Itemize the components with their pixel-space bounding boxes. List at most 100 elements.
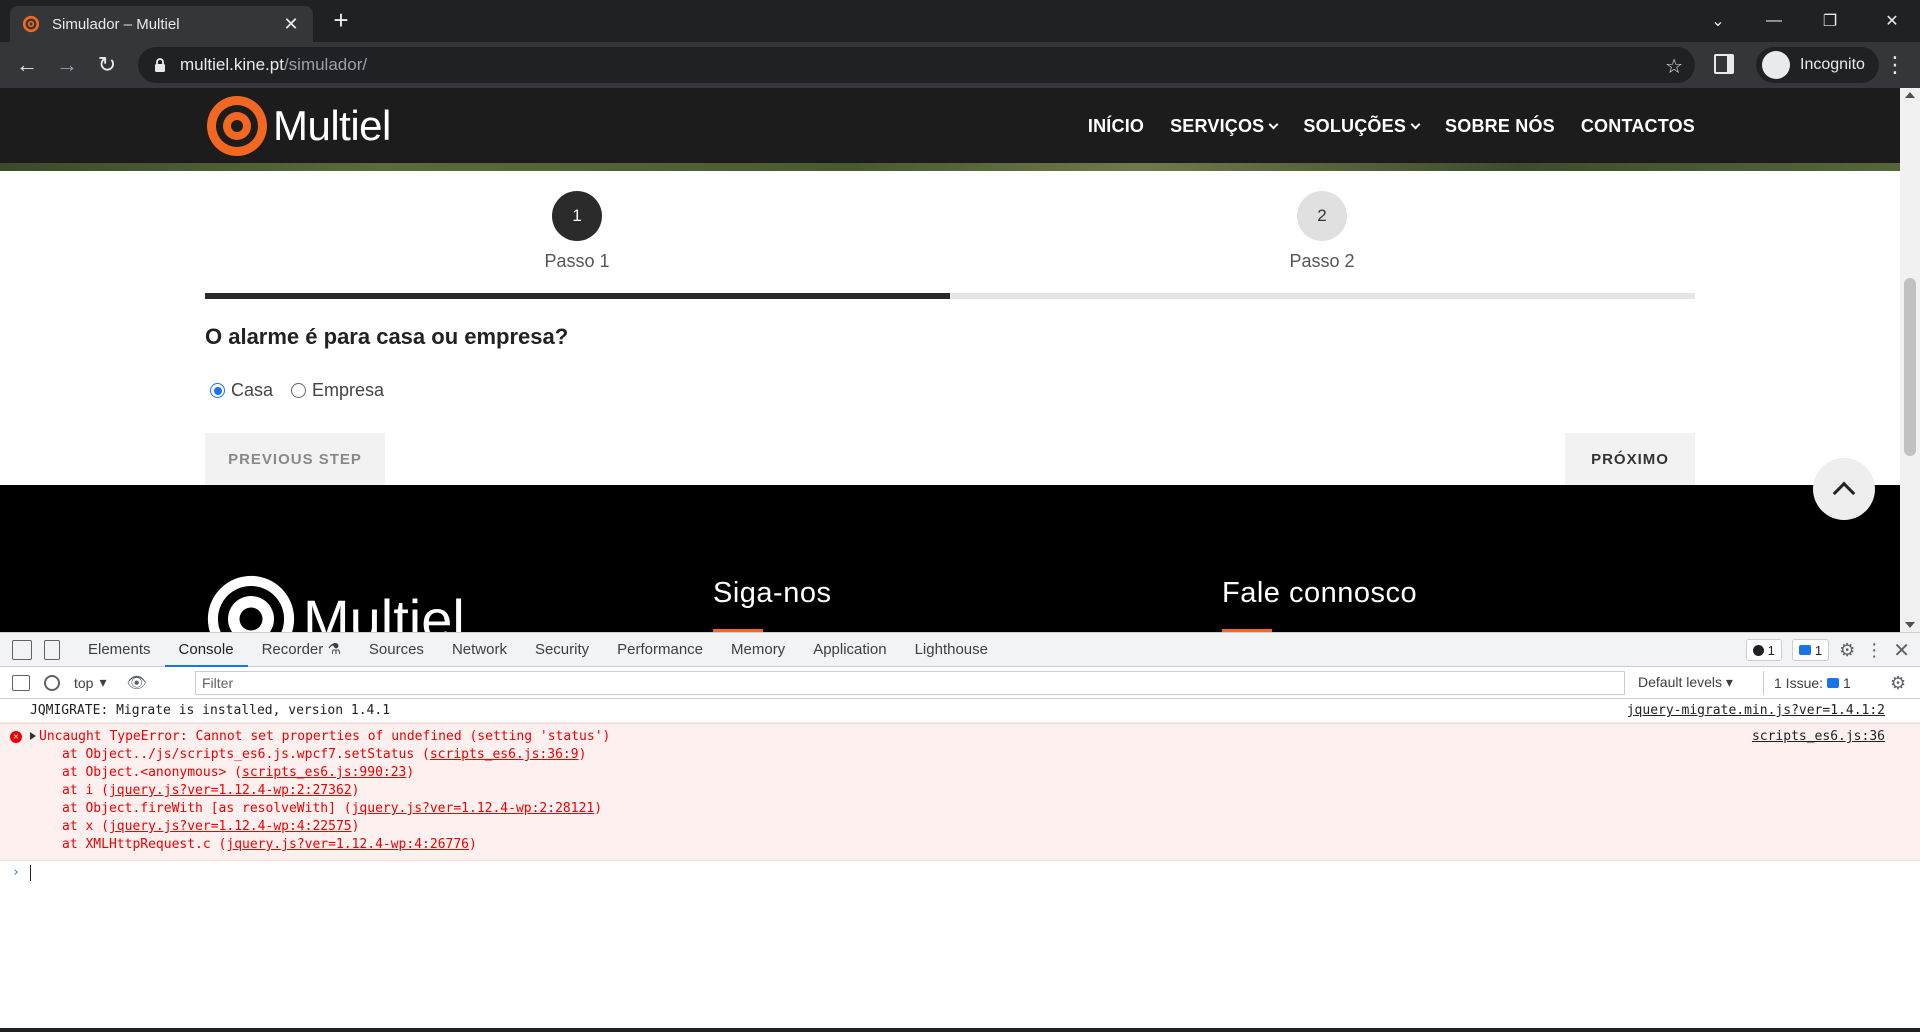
address-bar[interactable]: multiel.kine.pt /simulador/ ☆ — [138, 47, 1695, 83]
nav-inicio[interactable]: INÍCIO — [1088, 116, 1144, 137]
tab-search-icon[interactable]: ⌄ — [1690, 0, 1746, 42]
close-devtools-icon[interactable]: ✕ — [1893, 638, 1910, 663]
tab-sources[interactable]: Sources — [355, 633, 438, 667]
frame-source-link[interactable]: scripts_es6.js:36:9 — [430, 747, 579, 762]
nav-sobre-nos[interactable]: SOBRE NÓS — [1445, 116, 1555, 137]
hero-image-strip — [0, 163, 1900, 171]
question-title: O alarme é para casa ou empresa? — [205, 324, 569, 349]
frame-end: ) — [406, 765, 415, 780]
frame-source-link[interactable]: jquery.js?ver=1.12.4-wp:4:22575 — [109, 819, 352, 834]
site-header: Multiel INÍCIO SERVIÇOS SOLUÇÕES SOBRE N… — [0, 88, 1900, 171]
minimize-icon[interactable]: — — [1746, 0, 1802, 42]
frame-end: ) — [469, 837, 477, 852]
console-prompt[interactable]: › — [0, 861, 1920, 885]
stack-frame: at Object../js/scripts_es6.js.wpcf7.setS… — [0, 746, 1920, 764]
new-tab-icon[interactable]: + — [326, 6, 356, 36]
radio-button[interactable] — [291, 383, 307, 398]
devtools-tabbar: Elements Console Recorder ⚗ Sources Netw… — [0, 633, 1920, 667]
console-settings-gear-icon[interactable]: ⚙ — [1890, 673, 1906, 694]
nav-solucoes[interactable]: SOLUÇÕES — [1303, 116, 1421, 137]
expand-triangle-icon[interactable] — [30, 732, 36, 740]
sidebar-toggle-icon[interactable] — [12, 674, 30, 691]
page-scrollbar[interactable] — [1900, 88, 1920, 632]
previous-step-button[interactable]: PREVIOUS STEP — [205, 433, 385, 485]
log-source-link[interactable]: jquery-migrate.min.js?ver=1.4.1:2 — [1627, 699, 1885, 723]
tab-console[interactable]: Console — [164, 633, 248, 667]
bookmark-star-icon[interactable]: ☆ — [1665, 54, 1683, 79]
tab-close-icon[interactable]: ✕ — [281, 14, 301, 35]
console-filterbar: top ▾ 👁 Filter Default levels ▾ 1 Issue:… — [0, 667, 1920, 699]
site-logo[interactable]: Multiel — [205, 94, 391, 158]
devtools-panel: Elements Console Recorder ⚗ Sources Netw… — [0, 632, 1920, 1032]
frame-end: ) — [594, 801, 603, 816]
console-log-row: JQMIGRATE: Migrate is installed, version… — [0, 699, 1920, 723]
multiel-favicon-icon — [22, 15, 40, 33]
frame-source-link[interactable]: jquery.js?ver=1.12.4-wp:4:26776 — [226, 837, 469, 852]
tab-network[interactable]: Network — [438, 633, 521, 667]
error-icon — [1752, 644, 1764, 656]
step-1: 1 Passo 1 — [517, 191, 637, 272]
stack-frame: at XMLHttpRequest.c (jquery.js?ver=1.12.… — [0, 836, 1920, 854]
tab-application[interactable]: Application — [799, 633, 900, 667]
restore-icon[interactable]: ❐ — [1802, 0, 1858, 42]
live-expression-eye-icon[interactable]: 👁 — [127, 673, 147, 693]
devtools-right-controls: 1 1 ⚙ ⋮ ✕ — [1745, 633, 1920, 667]
inspect-element-icon[interactable] — [12, 639, 32, 660]
radio-button-checked[interactable] — [210, 383, 225, 398]
logo-text: Multiel — [273, 102, 391, 149]
error-source-link[interactable]: scripts_es6.js:36 — [1752, 728, 1885, 746]
tab-elements[interactable]: Elements — [74, 633, 165, 667]
more-options-icon[interactable]: ⋮ — [1865, 640, 1883, 661]
radio-group: Casa Empresa — [210, 380, 384, 401]
forward-icon[interactable]: → — [52, 50, 82, 80]
tab-memory[interactable]: Memory — [717, 633, 799, 667]
tab-performance[interactable]: Performance — [603, 633, 717, 667]
step-label: Passo 2 — [1289, 251, 1355, 271]
message-count-badge[interactable]: 1 — [1791, 639, 1830, 661]
radio-casa[interactable]: Casa — [210, 380, 273, 401]
footer-logo-text: Multiel — [303, 588, 465, 632]
radio-empresa[interactable]: Empresa — [291, 380, 384, 401]
scroll-down-icon[interactable] — [1905, 622, 1915, 628]
scrollbar-thumb[interactable] — [1904, 278, 1916, 456]
nav-contactos[interactable]: CONTACTOS — [1581, 116, 1695, 137]
multiel-logo-icon — [207, 96, 267, 156]
nav-label: SOBRE NÓS — [1445, 116, 1555, 136]
clear-console-icon[interactable] — [44, 674, 60, 691]
footer-logo[interactable]: Multiel — [205, 573, 465, 632]
log-levels-dropdown[interactable]: Default levels ▾ — [1638, 674, 1733, 691]
issues-button[interactable]: 1 Issue: 1 — [1763, 671, 1851, 695]
stack-trace: at Object../js/scripts_es6.js.wpcf7.setS… — [0, 746, 1920, 854]
issues-label: 1 Issue: — [1774, 675, 1824, 691]
back-icon[interactable]: ← — [12, 50, 42, 80]
stack-frame: at x (jquery.js?ver=1.12.4-wp:4:22575) — [0, 818, 1920, 836]
step-2: 2 Passo 2 — [1262, 191, 1382, 272]
tab-lighthouse[interactable]: Lighthouse — [901, 633, 1002, 667]
device-toolbar-icon[interactable] — [44, 639, 60, 660]
frame-text: at i ( — [62, 783, 109, 798]
nav-servicos[interactable]: SERVIÇOS — [1170, 116, 1279, 137]
frame-source-link[interactable]: jquery.js?ver=1.12.4-wp:2:27362 — [109, 783, 352, 798]
error-count-badge[interactable]: 1 — [1745, 639, 1782, 661]
console-filter-input[interactable]: Filter — [195, 671, 1625, 695]
browser-menu-icon[interactable]: ⋮ — [1884, 50, 1906, 80]
incognito-badge[interactable]: Incognito — [1756, 47, 1879, 83]
side-panel-icon[interactable] — [1714, 54, 1734, 74]
browser-tab[interactable]: Simulador – Multiel ✕ — [10, 6, 313, 42]
tab-security[interactable]: Security — [521, 633, 603, 667]
tab-recorder[interactable]: Recorder ⚗ — [248, 633, 355, 667]
back-to-top-button[interactable] — [1813, 458, 1875, 520]
nav-label: CONTACTOS — [1580, 116, 1695, 136]
step-number: 1 — [552, 191, 602, 241]
frame-source-link[interactable]: scripts_es6.js:990:23 — [242, 765, 406, 780]
frame-end: ) — [351, 783, 360, 798]
context-selector[interactable]: top ▾ — [74, 674, 107, 691]
reload-icon[interactable]: ↻ — [92, 50, 122, 80]
window-close-icon[interactable]: ✕ — [1864, 0, 1920, 42]
scroll-up-icon[interactable] — [1905, 92, 1915, 98]
error-summary[interactable]: Uncaught TypeError: Cannot set propertie… — [0, 728, 1920, 746]
next-button[interactable]: PRÓXIMO — [1565, 433, 1695, 485]
frame-source-link[interactable]: jquery.js?ver=1.12.4-wp:2:28121 — [352, 801, 595, 816]
settings-gear-icon[interactable]: ⚙ — [1839, 640, 1855, 661]
nav-label: SOLUÇÕES — [1303, 116, 1407, 136]
